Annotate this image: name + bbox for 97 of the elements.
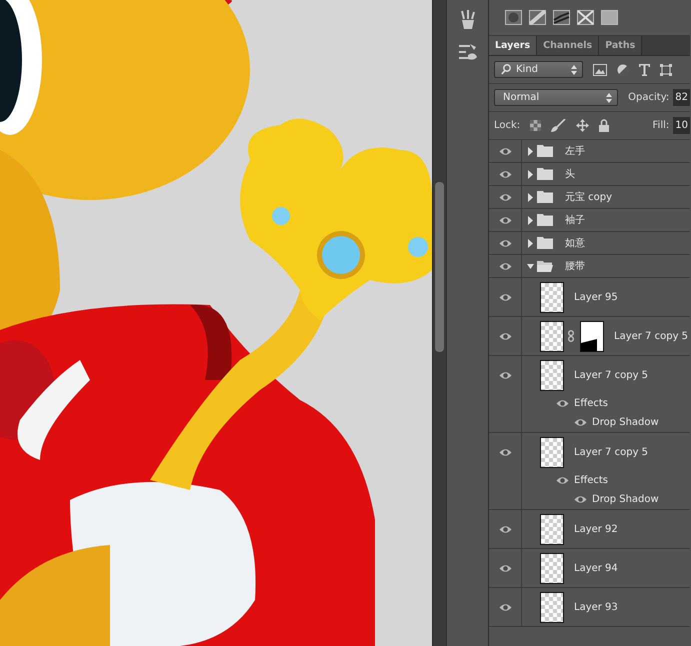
- disclosure-triangle-icon[interactable]: [527, 170, 534, 178]
- layer-thumbnail: [540, 436, 564, 468]
- eye-icon[interactable]: [556, 476, 569, 485]
- effect-name: Drop Shadow: [592, 417, 659, 428]
- folder-icon: [537, 145, 553, 157]
- layer-group-row[interactable]: 头: [489, 163, 690, 186]
- effects-label: Effects: [574, 475, 608, 486]
- eye-icon[interactable]: [498, 292, 512, 302]
- eye-icon[interactable]: [498, 192, 512, 202]
- panel-tab[interactable]: Layers: [489, 36, 538, 55]
- layer-name: 头: [565, 168, 575, 181]
- layer-name: 左手: [565, 144, 585, 158]
- blend-mode-value: Normal: [503, 92, 540, 103]
- layer-name: Layer 92: [574, 524, 618, 534]
- layer-name: Layer 93: [574, 602, 618, 612]
- move-icon[interactable]: [576, 119, 590, 132]
- layer-thumbnail: [540, 514, 564, 544]
- opacity-field[interactable]: 82: [673, 89, 690, 106]
- layer-name: Layer 94: [574, 562, 618, 574]
- eye-icon[interactable]: [498, 524, 512, 534]
- layer-row[interactable]: Layer 7 copy 5 Effects Drop Shadow: [489, 356, 690, 433]
- scrollbar-thumb[interactable]: [435, 182, 444, 352]
- layer-name: 元宝 copy: [565, 190, 612, 204]
- layer-thumbnail: [540, 320, 564, 352]
- eye-icon[interactable]: [498, 262, 512, 270]
- adjustment-filter-icon[interactable]: [617, 64, 629, 76]
- eye-icon[interactable]: [498, 332, 512, 340]
- eye-icon[interactable]: [574, 495, 587, 504]
- layer-name: Layer 7 copy 5: [614, 330, 688, 342]
- eye-icon[interactable]: [498, 238, 512, 248]
- fill-label: Fill:: [652, 120, 670, 131]
- layer-name: 腰带: [565, 260, 585, 273]
- eye-icon[interactable]: [498, 370, 512, 380]
- layer-row[interactable]: Layer 7 copy 5: [489, 317, 690, 356]
- folder-icon: [537, 191, 553, 203]
- folder-icon: [537, 237, 553, 249]
- stepper-icon: [571, 64, 577, 74]
- layer-row[interactable]: Layer 95: [489, 278, 690, 317]
- folder-icon: [537, 168, 553, 180]
- layer-row[interactable]: Layer 93: [489, 588, 690, 627]
- opacity-label: Opacity:: [628, 92, 670, 103]
- adjustment-icon[interactable]: [505, 10, 522, 25]
- fill-field[interactable]: 10: [673, 117, 690, 134]
- layer-name: 如意: [565, 236, 585, 250]
- layer-group-row[interactable]: 元宝 copy: [489, 186, 690, 209]
- disclosure-triangle-icon[interactable]: [527, 216, 534, 224]
- layer-name: 袖子: [565, 214, 585, 227]
- layer-name: Layer 7 copy 5: [574, 446, 648, 458]
- eye-icon[interactable]: [498, 146, 512, 156]
- layer-group-row[interactable]: 袖子: [489, 209, 690, 232]
- disclosure-triangle-icon[interactable]: [527, 238, 534, 248]
- stepper-icon: [606, 92, 612, 102]
- eye-icon[interactable]: [556, 399, 569, 408]
- effects-label: Effects: [574, 398, 608, 409]
- layer-row[interactable]: Layer 7 copy 5 Effects Drop Shadow: [489, 433, 690, 510]
- image-filter-icon[interactable]: [593, 64, 607, 76]
- layer-thumbnail: [540, 360, 564, 390]
- layer-row[interactable]: Layer 92: [489, 510, 690, 549]
- lock-label: Lock:: [494, 120, 520, 131]
- disclosure-triangle-icon[interactable]: [527, 262, 534, 270]
- effect-name: Drop Shadow: [592, 494, 659, 505]
- eye-icon[interactable]: [498, 448, 512, 456]
- shape-filter-icon[interactable]: [660, 64, 672, 76]
- panel-tab[interactable]: Channels: [537, 36, 600, 55]
- layer-group-row[interactable]: 如意: [489, 232, 690, 255]
- layer-thumbnail: [540, 282, 564, 312]
- lock-transparency-icon[interactable]: [530, 120, 542, 131]
- disclosure-triangle-icon[interactable]: [527, 146, 534, 156]
- eye-icon[interactable]: [498, 602, 512, 612]
- layer-name: Layer 95: [574, 292, 618, 302]
- eye-icon[interactable]: [498, 170, 512, 178]
- layer-group-row[interactable]: 腰带: [489, 255, 690, 278]
- adjustment-icon[interactable]: [553, 10, 570, 25]
- filter-dropdown[interactable]: Kind: [494, 61, 583, 78]
- layer-name: Layer 7 copy 5: [574, 370, 648, 380]
- eye-icon[interactable]: [498, 216, 512, 224]
- padlock-icon[interactable]: [599, 119, 610, 132]
- layer-group-row[interactable]: 左手: [489, 140, 690, 163]
- search-icon: [501, 64, 511, 75]
- layer-mask-thumbnail: [580, 320, 604, 352]
- layer-thumbnail: [540, 592, 564, 622]
- chain-link-icon: [568, 330, 574, 342]
- folder-icon: [537, 260, 553, 272]
- filter-value: Kind: [516, 64, 540, 75]
- layer-thumbnail: [540, 552, 564, 584]
- layer-row[interactable]: Layer 94: [489, 549, 690, 588]
- disclosure-triangle-icon[interactable]: [527, 192, 534, 202]
- blend-mode-dropdown[interactable]: Normal: [494, 89, 618, 106]
- panel-tab[interactable]: Paths: [599, 36, 642, 55]
- adjustment-icon[interactable]: [577, 10, 594, 25]
- folder-icon: [537, 214, 553, 226]
- brush-icon[interactable]: [551, 119, 566, 132]
- brush-presets-icon[interactable]: [458, 43, 478, 61]
- eye-icon[interactable]: [498, 564, 512, 572]
- eye-icon[interactable]: [574, 418, 587, 427]
- type-filter-icon[interactable]: [639, 64, 650, 76]
- brushes-icon[interactable]: [458, 10, 476, 30]
